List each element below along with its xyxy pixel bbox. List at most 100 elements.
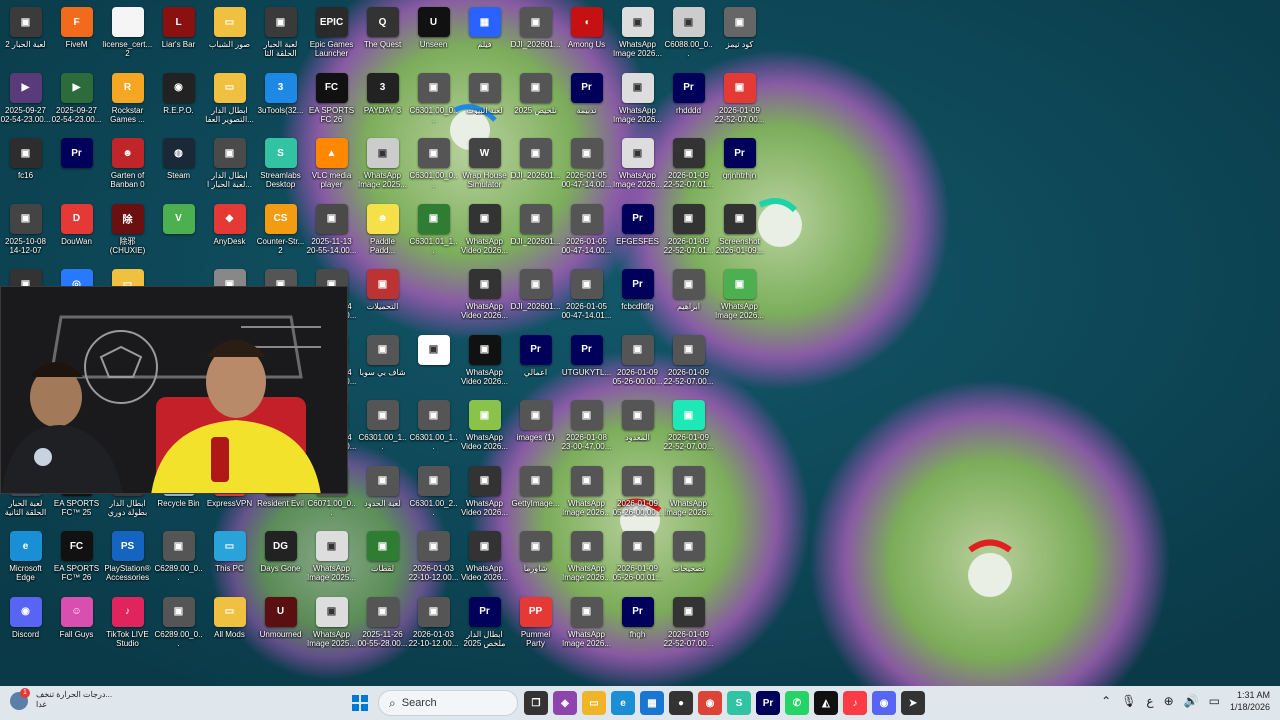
desktop-icon[interactable]: ▣ WhatsApp Image 2026... bbox=[612, 135, 663, 200]
weather-widget[interactable]: 1 درجات الحرارة تنخف... غدا bbox=[10, 688, 112, 710]
desktop-icon[interactable]: ▣ لعبة الحبار الحلقة الثا bbox=[255, 4, 306, 69]
desktop-icon[interactable]: ▣ 2026-01-09 05-26-00.00... bbox=[612, 332, 663, 397]
taskbar-copilot-button[interactable]: ◈ bbox=[553, 691, 577, 715]
desktop-icon[interactable]: Q The Quest bbox=[357, 4, 408, 69]
desktop-icon[interactable]: ◆ AnyDesk bbox=[204, 201, 255, 266]
chevron-up-icon[interactable]: ⌃ bbox=[1101, 694, 1111, 708]
taskbar-edge-button[interactable]: e bbox=[611, 691, 635, 715]
desktop-icon[interactable]: ◖ Among Us bbox=[561, 4, 612, 69]
desktop-icon[interactable]: ▣ ابراهيم bbox=[663, 266, 714, 331]
desktop-icon[interactable]: ▣ C6301.01_1... bbox=[408, 201, 459, 266]
desktop-icon[interactable]: ▣ 2025-10-08 14-12-07 bbox=[0, 201, 51, 266]
taskbar-search-box[interactable]: ⌕ Search bbox=[378, 690, 518, 716]
desktop-icon[interactable]: ▣ fc16 bbox=[0, 135, 51, 200]
desktop-icon[interactable]: ▶ 2025-09-27 02-54-23.00... bbox=[0, 70, 51, 135]
taskbar-premiere-button[interactable]: Pr bbox=[756, 691, 780, 715]
desktop-icon[interactable]: ▣ DJI_202601... bbox=[510, 266, 561, 331]
desktop-icon[interactable]: ▣ WhatsApp Video 2026... bbox=[459, 266, 510, 331]
desktop-icon[interactable]: ▣ 2026-01-09 22-52-07.00... bbox=[663, 594, 714, 659]
desktop-icon[interactable]: ▣ 2026-01-09 05-26-00.00... bbox=[612, 463, 663, 528]
taskbar-chrome-button[interactable]: ◉ bbox=[698, 691, 722, 715]
desktop-icon[interactable]: ▣ 2026-01-03 22-10-12.00... bbox=[408, 528, 459, 593]
start-button[interactable] bbox=[348, 691, 372, 715]
desktop-icon[interactable]: ♪ TikTok LIVE Studio bbox=[102, 594, 153, 659]
desktop-icon[interactable]: ☻ Garten of Banban 0 bbox=[102, 135, 153, 200]
battery-icon[interactable]: ▭ bbox=[1209, 694, 1220, 708]
desktop-icon[interactable]: ▣ C6301.00_1... bbox=[357, 397, 408, 462]
taskbar-discord-button[interactable]: ◉ bbox=[872, 691, 896, 715]
taskbar-store-button[interactable]: ▦ bbox=[640, 691, 664, 715]
desktop-icon[interactable]: U Unseen bbox=[408, 4, 459, 69]
desktop-icon[interactable]: ▣ WhatsApp Video 2026... bbox=[459, 528, 510, 593]
desktop-icon[interactable]: ▭ صور الشباب bbox=[204, 4, 255, 69]
desktop-icon[interactable]: ▣ 2026-01-08 23-00-47.00... bbox=[561, 397, 612, 462]
desktop-icon[interactable]: ▣ 2026-01-09 22-52-07.00... bbox=[714, 70, 765, 135]
desktop-icon[interactable]: ▣ لعبة البيوت bbox=[459, 70, 510, 135]
desktop-icon[interactable]: ☺ Fall Guys bbox=[51, 594, 102, 659]
taskbar-cursor-button[interactable]: ➤ bbox=[901, 691, 925, 715]
desktop-icon[interactable]: ▣ WhatsApp Image 2026... bbox=[561, 463, 612, 528]
desktop-icon[interactable]: FC EA SPORTS FC™ 26 bbox=[51, 528, 102, 593]
desktop-icon[interactable]: ▣ 2026-01-09 22-52-07.00... bbox=[663, 397, 714, 462]
desktop-icon[interactable]: ▣ WhatsApp Image 2026... bbox=[612, 4, 663, 69]
desktop-icon[interactable]: ▣ WhatsApp Image 2026... bbox=[561, 528, 612, 593]
desktop-icon[interactable]: ▣ Screenshot 2026-01-09... bbox=[714, 201, 765, 266]
desktop-icon[interactable]: ▣ لقطات bbox=[357, 528, 408, 593]
desktop-icon[interactable]: ▣ 2026-01-05 00-47-14.00... bbox=[561, 201, 612, 266]
desktop-icon[interactable]: ▣ WhatsApp Image 2026... bbox=[612, 70, 663, 135]
desktop-icon[interactable]: 除除邪 (CHUXIE) bbox=[102, 201, 153, 266]
desktop-icon[interactable]: D DouWan bbox=[51, 201, 102, 266]
desktop-icon[interactable]: ▣ WhatsApp Image 2025... bbox=[306, 594, 357, 659]
taskbar-maps-button[interactable]: ● bbox=[669, 691, 693, 715]
desktop-icon[interactable]: FC EA SPORTS FC 26 bbox=[306, 70, 357, 135]
desktop-icon[interactable]: ◉ R.E.P.O. bbox=[153, 70, 204, 135]
desktop-icon[interactable]: PS PlayStation® Accessories bbox=[102, 528, 153, 593]
desktop-icon[interactable]: ▣ WhatsApp Video 2026... bbox=[459, 201, 510, 266]
desktop-icon[interactable]: ▦ فيلم bbox=[459, 4, 510, 69]
clock[interactable]: 1:31 AM 1/18/2026 bbox=[1230, 689, 1270, 713]
desktop-icon[interactable]: license_cert... 2 bbox=[102, 4, 153, 69]
desktop-icon[interactable]: ▣ WhatsApp Video 2026... bbox=[459, 463, 510, 528]
desktop-icon[interactable]: Pr fcbcdfdfg bbox=[612, 266, 663, 331]
desktop-icon[interactable]: ▣ WhatsApp Image 2026... bbox=[663, 463, 714, 528]
desktop-icon[interactable]: ▣ 2026-01-05 00-47-14.01... bbox=[561, 266, 612, 331]
desktop-icon[interactable]: W Wrap House Simulator bbox=[459, 135, 510, 200]
desktop-icon[interactable]: ▣ 2025 تلخيص bbox=[510, 70, 561, 135]
desktop-icon[interactable]: L Liar's Bar bbox=[153, 4, 204, 69]
network-icon[interactable]: ⊕ bbox=[1164, 694, 1174, 708]
taskbar-task-view-button[interactable]: ❐ bbox=[524, 691, 548, 715]
desktop-icon[interactable]: ▣ 2025-11-13 20-55-14.00... bbox=[306, 201, 357, 266]
desktop-icon[interactable]: Pr UTGUKYTL... bbox=[561, 332, 612, 397]
desktop-icon[interactable]: Pr ابطال الدار ملخص 2025 bbox=[459, 594, 510, 659]
desktop-icon[interactable]: ▣ DJI_202601... bbox=[510, 4, 561, 69]
desktop-icon[interactable]: V bbox=[153, 201, 204, 266]
desktop-icon[interactable]: Pr fhgh bbox=[612, 594, 663, 659]
desktop-icon[interactable]: R Rockstar Games ... bbox=[102, 70, 153, 135]
desktop-icon[interactable]: CS Counter-Str... 2 bbox=[255, 201, 306, 266]
desktop-icon[interactable]: ▣ 2026-01-09 05-26-00.01... bbox=[612, 528, 663, 593]
desktop-icon[interactable]: ▣ C6289.00_0... bbox=[153, 594, 204, 659]
desktop-icon[interactable]: ▣ لعبة الحدود bbox=[357, 463, 408, 528]
volume-icon[interactable]: 🔊 bbox=[1184, 694, 1199, 708]
desktop-icon[interactable]: ▣ C6289.00_0... bbox=[153, 528, 204, 593]
desktop-icon[interactable]: ▣ شاف بي سوبا bbox=[357, 332, 408, 397]
desktop-icon[interactable]: ▣ DJI_202601... bbox=[510, 135, 561, 200]
desktop-icon[interactable]: ▣ ابطال الدار لعبة الحبار ا... bbox=[204, 135, 255, 200]
desktop-icon[interactable]: ▣ WhatsApp Video 2026... bbox=[459, 332, 510, 397]
desktop-icon[interactable]: ▣ 2026-01-09 22-52-07.01... bbox=[663, 135, 714, 200]
taskbar-whatsapp-button[interactable]: ✆ bbox=[785, 691, 809, 715]
desktop-icon[interactable]: Pr grjnhtrhjn bbox=[714, 135, 765, 200]
desktop-icon[interactable]: ▭ All Mods bbox=[204, 594, 255, 659]
desktop-icon[interactable]: ▣ التحميلات bbox=[357, 266, 408, 331]
desktop-icon[interactable]: 3 3uTools(32... bbox=[255, 70, 306, 135]
desktop-icon[interactable]: ▣ WhatsApp Image 2026... bbox=[561, 594, 612, 659]
desktop-icon[interactable]: Pr rhdddd bbox=[663, 70, 714, 135]
desktop-icon[interactable]: ☻ Paddle Padd... bbox=[357, 201, 408, 266]
desktop-icon[interactable]: ▣ C6301.00_0... bbox=[408, 135, 459, 200]
desktop-icon[interactable]: ▣ WhatsApp Image 2026... bbox=[714, 266, 765, 331]
desktop-icon[interactable]: EPIC Epic Games Launcher bbox=[306, 4, 357, 69]
desktop-icon[interactable]: e Microsoft Edge bbox=[0, 528, 51, 593]
desktop-icon[interactable]: ▣ 2026-01-03 22-10-12.00... bbox=[408, 594, 459, 659]
desktop-icon[interactable]: ▣ WhatsApp Image 2025... bbox=[306, 528, 357, 593]
desktop-icon[interactable]: ▣ bbox=[408, 332, 459, 397]
